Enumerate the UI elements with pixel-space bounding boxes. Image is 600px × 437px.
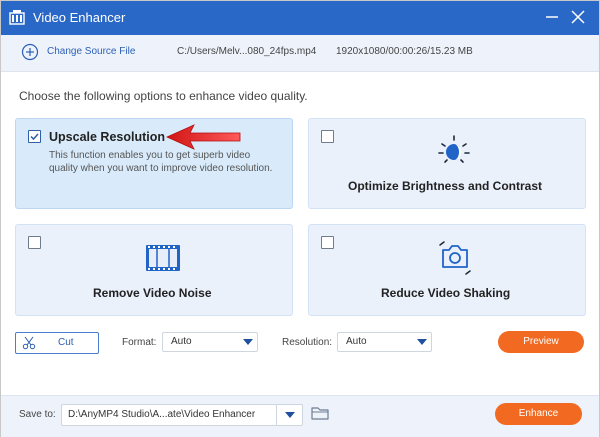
remove-noise-checkbox[interactable] (28, 236, 41, 249)
option-reduce-video-shaking[interactable]: Reduce Video Shaking (308, 224, 586, 316)
title-bar: Video Enhancer (1, 1, 599, 35)
folder-icon[interactable] (311, 405, 329, 421)
scissors-icon (22, 336, 36, 350)
chevron-down-icon (243, 339, 253, 345)
checkmark-icon (30, 133, 39, 141)
optimize-brightness-title: Optimize Brightness and Contrast (348, 179, 543, 193)
format-value: Auto (171, 336, 192, 347)
remove-noise-title: Remove Video Noise (93, 286, 212, 300)
upscale-resolution-checkbox[interactable] (28, 130, 41, 143)
resolution-label: Resolution: (282, 337, 333, 348)
source-file-bar: Change Source File C:/Users/Melv...080_2… (1, 35, 599, 72)
format-label: Format: (122, 337, 157, 348)
film-app-icon (9, 10, 25, 25)
option-remove-video-noise[interactable]: Remove Video Noise (15, 224, 293, 316)
brightness-icon (438, 135, 470, 163)
save-path-value: D:\AnyMP4 Studio\A...ate\Video Enhancer (68, 409, 256, 420)
cut-button-label: Cut (58, 337, 74, 348)
close-icon[interactable] (567, 6, 589, 28)
reduce-shaking-title: Reduce Video Shaking (381, 286, 511, 300)
save-path-dropdown[interactable] (276, 405, 303, 425)
chevron-down-icon (285, 412, 295, 418)
cut-button[interactable]: Cut (15, 332, 99, 354)
save-path-select[interactable]: D:\AnyMP4 Studio\A...ate\Video Enhancer (61, 404, 303, 426)
annotation-arrow-icon (166, 124, 241, 150)
window-title: Video Enhancer (33, 10, 126, 25)
option-optimize-brightness[interactable]: Optimize Brightness and Contrast (308, 118, 586, 209)
format-select[interactable]: Auto (162, 332, 258, 352)
optimize-brightness-checkbox[interactable] (321, 130, 334, 143)
stabilize-camera-icon (439, 241, 471, 275)
option-upscale-resolution[interactable]: Upscale Resolution This function enables… (15, 118, 293, 209)
resolution-select[interactable]: Auto (337, 332, 432, 352)
source-file-meta: 1920x1080/00:00:26/15.23 MB (336, 46, 473, 57)
preview-button[interactable]: Preview (498, 331, 584, 353)
reduce-shaking-checkbox[interactable] (321, 236, 334, 249)
chevron-down-icon (417, 339, 427, 345)
source-file-path: C:/Users/Melv...080_24fps.mp4 (177, 46, 317, 57)
video-enhancer-window: Video Enhancer Change Source File C:/Use… (0, 0, 600, 437)
minimize-icon[interactable] (543, 6, 561, 28)
add-circle-icon[interactable] (21, 43, 39, 61)
save-to-label: Save to: (19, 409, 56, 420)
enhance-button[interactable]: Enhance (495, 403, 582, 425)
change-source-file-link[interactable]: Change Source File (47, 46, 135, 57)
options-prompt: Choose the following options to enhance … (19, 89, 308, 103)
film-strip-icon (146, 245, 180, 271)
resolution-value: Auto (346, 336, 367, 347)
upscale-resolution-title: Upscale Resolution (49, 130, 165, 144)
upscale-resolution-description: This function enables you to get superb … (49, 150, 273, 174)
